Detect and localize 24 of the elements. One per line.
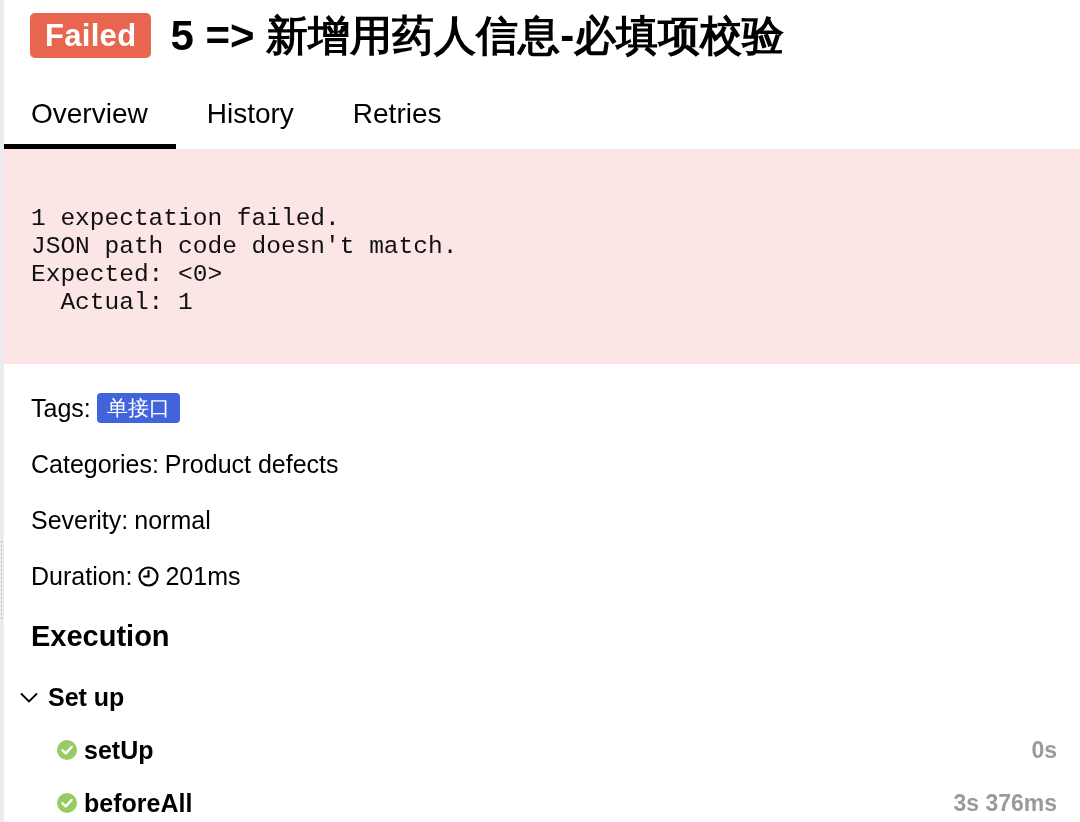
- grip-icon[interactable]: [0, 540, 3, 620]
- step-duration: 3s 376ms: [953, 789, 1057, 817]
- detail-label: Categories:: [31, 449, 159, 479]
- check-circle-icon: [57, 740, 77, 760]
- detail-value: 201ms: [165, 561, 241, 591]
- tree-section-title[interactable]: Set up: [48, 682, 125, 712]
- detail-label: Severity:: [31, 505, 129, 535]
- tag[interactable]: 单接口: [96, 393, 180, 423]
- check-circle-icon: [57, 793, 77, 813]
- detail-label: Duration:: [31, 561, 133, 591]
- test-title: 5 => 新增用药人信息-必填项校验: [170, 13, 785, 58]
- detail-value: Product defects: [164, 449, 339, 479]
- tab[interactable]: History: [179, 84, 322, 149]
- error-message: 1 expectation failed. JSON path code doesn't match. Expected: <0> Actual: 1: [4, 149, 1080, 364]
- step-name[interactable]: setUp: [84, 735, 154, 765]
- detail-label: Tags:: [31, 393, 91, 423]
- chevron-icon[interactable]: [20, 691, 38, 703]
- detail-value: normal: [134, 505, 211, 535]
- step-name[interactable]: beforeAll: [84, 788, 193, 818]
- step-duration: 0s: [1031, 736, 1057, 764]
- status-badge: Failed: [30, 13, 152, 58]
- section-heading: Execution: [31, 620, 170, 652]
- clock-icon: [138, 565, 160, 587]
- tab[interactable]: Retries: [325, 84, 470, 149]
